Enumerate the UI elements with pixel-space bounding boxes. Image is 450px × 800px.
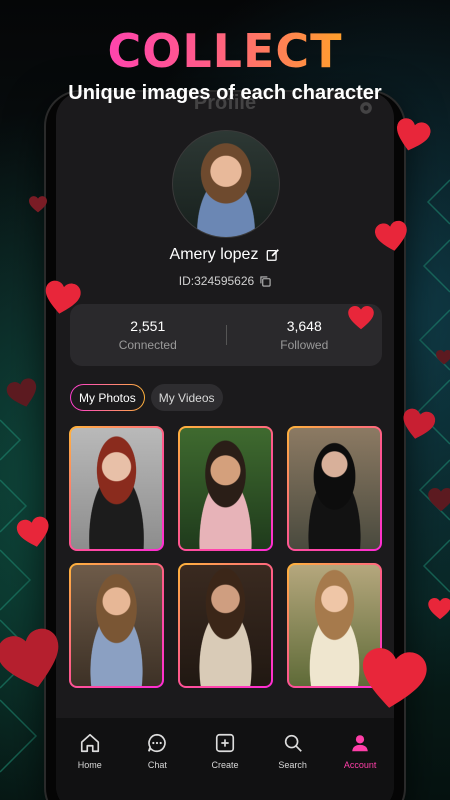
nav-label: Account [343, 760, 377, 770]
stat-value: 2,551 [130, 318, 166, 334]
bottom-navigation: Home Chat Create Search Account [56, 718, 394, 800]
stat-label: Followed [280, 338, 329, 352]
photo-tile[interactable] [178, 426, 273, 551]
nav-item-home[interactable]: Home [60, 732, 120, 800]
profile-id-row: ID:324595626 [56, 274, 394, 288]
photo-tile[interactable] [178, 563, 273, 688]
stat-label: Connected [118, 338, 177, 352]
nav-item-create[interactable]: Create [195, 732, 255, 800]
nav-label: Create [211, 760, 239, 770]
chat-icon [148, 733, 167, 753]
photo-tile[interactable] [287, 426, 382, 551]
home-icon [80, 733, 99, 753]
photo-image [71, 428, 162, 549]
profile-name-row: Amery lopez [56, 246, 394, 264]
copy-icon[interactable] [260, 275, 271, 287]
photo-image [180, 565, 271, 686]
photo-image [289, 428, 380, 549]
heart-icon [29, 196, 47, 213]
heart-icon [348, 306, 374, 330]
stat-connected[interactable]: 2,551 Connected [70, 318, 226, 352]
nav-label: Chat [147, 760, 167, 770]
create-icon [215, 733, 235, 753]
photo-grid [69, 426, 383, 688]
profile-name: Amery lopez [169, 246, 259, 263]
photo-tile[interactable] [69, 426, 164, 551]
tab-my-photos[interactable]: My Photos [70, 384, 145, 411]
edit-icon[interactable] [266, 248, 280, 262]
photo-image [71, 565, 162, 686]
profile-id: ID:324595626 [178, 274, 255, 288]
profile-screen: Profile Amery lopez ID:324595626 2,551 C… [56, 92, 394, 800]
promo-subheadline: Unique images of each character [68, 82, 382, 104]
promo-headline: COLLECT [0, 24, 450, 78]
photo-image [180, 428, 271, 549]
heart-icon [374, 219, 411, 254]
avatar[interactable] [172, 130, 280, 238]
stats-panel: 2,551 Connected 3,648 Followed [70, 304, 382, 366]
account-icon [352, 735, 368, 752]
media-tabs: My Photos My Videos [70, 384, 223, 411]
nav-label: Search [278, 760, 307, 770]
heart-icon [436, 350, 450, 365]
nav-item-search[interactable]: Search [263, 732, 323, 800]
heart-icon [399, 407, 437, 443]
heart-icon [428, 488, 450, 512]
heart-icon [428, 598, 450, 620]
heart-icon [41, 279, 82, 318]
heart-icon [356, 646, 430, 715]
nav-item-account[interactable]: Account [330, 732, 390, 800]
nav-label: Home [77, 760, 102, 770]
nav-item-chat[interactable]: Chat [127, 732, 187, 800]
search-icon [284, 734, 302, 752]
photo-tile[interactable] [69, 563, 164, 688]
tab-my-videos[interactable]: My Videos [150, 384, 223, 411]
